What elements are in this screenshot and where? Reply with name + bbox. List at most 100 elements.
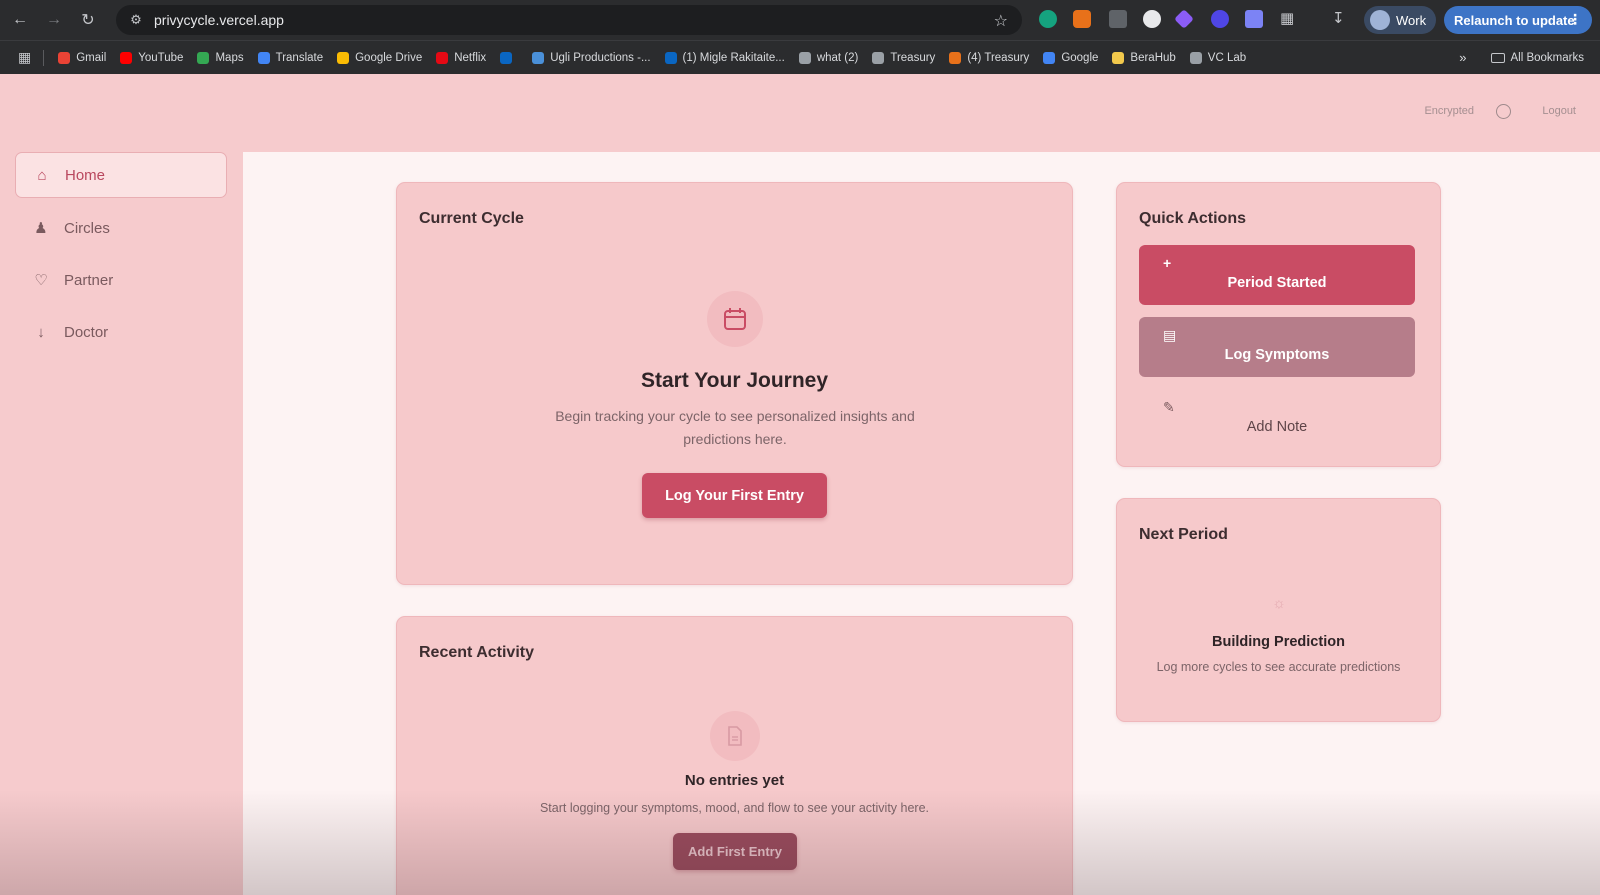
extensions-puzzle-icon[interactable]: ▦ [1280,9,1294,27]
bookmark-item[interactable]: VC Lab [1189,51,1247,64]
bookmark-item[interactable]: Netflix [436,51,487,64]
folder-icon [1490,52,1505,63]
sidebar-item-label: Doctor [64,323,109,341]
next-period-card: Next Period ☼ Building Prediction Log mo… [1116,498,1441,722]
reload-icon[interactable]: ↻ [74,6,102,34]
add-note-button[interactable]: ✎ Add Note [1139,389,1415,449]
extension-purple-icon[interactable] [1211,10,1229,28]
log-symptoms-button[interactable]: ▤ Log Symptoms [1139,317,1415,377]
bookmark-item[interactable]: what (2) [798,51,858,64]
bookmark-item[interactable]: (1) Migle Rakitaite... [664,51,785,64]
card-title: Current Cycle [419,210,524,227]
sidebar-item-partner[interactable]: ♡ Partner [15,257,227,303]
empty-state-heading: Start Your Journey [640,369,829,392]
menu-dots-icon: ⋮ [1568,11,1582,27]
bookmark-favicon-icon [337,51,350,64]
card-title: Next Period [1139,526,1228,543]
document-icon: ▤ [1163,327,1177,343]
edit-icon: ✎ [1163,399,1175,415]
bookmark-item[interactable]: YouTube [120,51,183,64]
current-cycle-card: Current Cycle Start Your Journey Begin t… [396,182,1073,585]
bookmark-label: Gmail [76,51,107,64]
bookmarks-divider [43,49,45,66]
bookmark-label: VC Lab [1207,51,1247,64]
people-icon: ♟ [34,220,48,237]
bookmark-favicon-icon [500,51,513,64]
encrypted-status: Encrypted [1424,105,1474,117]
sidebar-item-home[interactable]: ⌂ Home [15,152,227,198]
bookmark-favicon-icon [798,51,811,64]
sidebar-item-circles[interactable]: ♟ Circles [15,205,227,251]
bookmarks-overflow: » All Bookmarks [1459,50,1584,65]
log-first-entry-button[interactable]: Log Your First Entry [642,473,827,518]
bookmark-item[interactable]: Ugli Productions -... [532,51,651,64]
card-title: Recent Activity [419,644,534,661]
plus-icon: + [1163,255,1172,271]
chevron-double-right-icon[interactable]: » [1459,50,1466,65]
bookmark-item[interactable]: Gmail [58,51,107,64]
bookmark-item[interactable] [500,51,518,64]
forward-icon[interactable]: → [40,6,68,34]
bookmark-favicon-icon [197,51,210,64]
bookmark-label: Ugli Productions -... [550,51,651,64]
app-header: Encrypted Logout [0,75,1600,152]
bookmark-label: Google Drive [355,51,423,64]
extension-fox-icon[interactable] [1073,10,1091,28]
bookmark-label: Translate [275,51,324,64]
extension-panel-icon[interactable] [1245,10,1263,28]
all-bookmarks-link[interactable]: All Bookmarks [1511,52,1585,64]
extension-diamond-icon[interactable] [1174,9,1194,29]
logout-link[interactable]: Logout [1542,105,1576,117]
bookmark-label: Treasury [890,51,936,64]
document-icon [710,711,760,761]
profile-button[interactable]: Work [1364,6,1436,34]
back-icon[interactable]: ← [6,6,34,34]
heart-icon: ♡ [34,272,48,289]
extension-circle-icon[interactable] [1143,10,1161,28]
add-first-entry-button[interactable]: Add First Entry [673,833,797,870]
bookmark-star-icon[interactable]: ☆ [994,11,1008,31]
bookmark-item[interactable]: Translate [257,51,324,64]
browser-toolbar: ← → ↻ ⚙ privycycle.vercel.app ☆ ▦ ↧ Work… [0,0,1600,40]
bookmark-favicon-icon [1189,51,1202,64]
avatar [1370,10,1390,30]
bookmark-label: BeraHub [1130,51,1176,64]
sidebar-item-label: Home [65,166,106,184]
relaunch-button[interactable]: Relaunch to update ⋮ [1444,6,1592,34]
bookmark-favicon-icon [1043,51,1056,64]
status-circle-icon[interactable] [1496,104,1511,119]
bookmark-favicon-icon [949,51,962,64]
prediction-subtitle: Log more cycles to see accurate predicti… [1156,660,1401,674]
download-icon[interactable]: ↧ [1332,9,1345,27]
bookmark-label: Netflix [454,51,487,64]
extension-window-icon[interactable] [1109,10,1127,28]
bookmark-label: Google [1061,51,1099,64]
address-bar[interactable]: ⚙ privycycle.vercel.app ☆ [116,5,1022,35]
bookmark-label: (1) Migle Rakitaite... [682,51,785,64]
bookmark-item[interactable]: Treasury [872,51,936,64]
bookmark-favicon-icon [120,51,133,64]
apps-grid-icon[interactable]: ▦ [18,49,31,66]
bookmark-favicon-icon [664,51,677,64]
bookmark-item[interactable]: Google Drive [337,51,423,64]
bookmark-item[interactable]: Google [1043,51,1099,64]
extension-grammarly-icon[interactable] [1039,10,1057,28]
arrow-down-icon: ↓ [37,323,45,341]
bookmark-favicon-icon [872,51,885,64]
sidebar: ⌂ Home ♟ Circles ♡ Partner ↓ Doctor [0,152,243,895]
address-url[interactable]: privycycle.vercel.app [154,12,284,28]
bookmark-item[interactable]: BeraHub [1112,51,1176,64]
bookmark-item[interactable]: (4) Treasury [949,51,1029,64]
action-label: Log Symptoms [1224,347,1330,363]
site-settings-icon[interactable]: ⚙ [124,12,148,28]
bookmark-favicon-icon [532,51,545,64]
sidebar-item-doctor[interactable]: ↓ Doctor [15,309,227,355]
bookmark-favicon-icon [436,51,449,64]
main-content: Current Cycle Start Your Journey Begin t… [243,152,1600,895]
empty-state-heading: No entries yet [684,772,785,789]
lightbulb-icon: ☼ [1272,595,1286,612]
prediction-heading: Building Prediction [1212,634,1345,650]
period-started-button[interactable]: + Period Started [1139,245,1415,305]
bookmark-item[interactable]: Maps [197,51,244,64]
bookmark-favicon-icon [58,51,71,64]
